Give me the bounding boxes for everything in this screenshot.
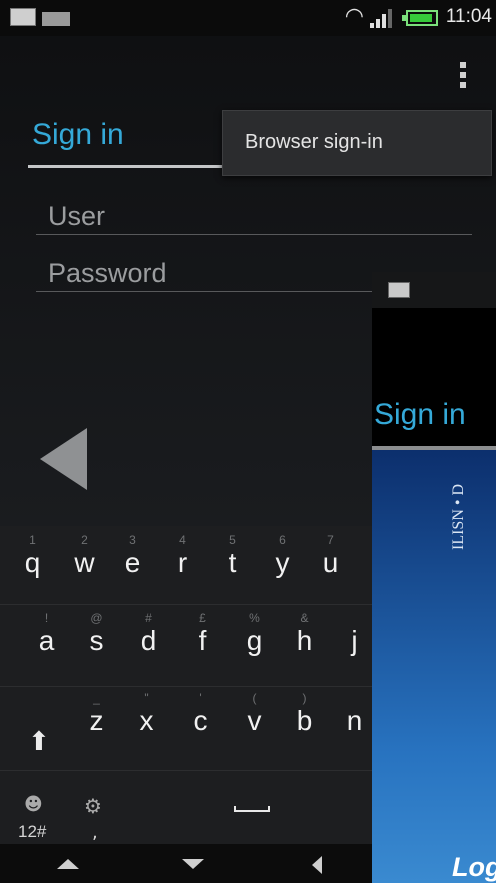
- nav-up-icon[interactable]: [57, 859, 79, 869]
- keyboard-row-divider: [0, 604, 372, 605]
- key-c[interactable]: ' c: [176, 690, 225, 736]
- emoji-key-icon[interactable]: ☻: [24, 794, 43, 815]
- key-h[interactable]: & h: [280, 610, 329, 656]
- navigation-bar: [0, 844, 372, 883]
- key-t[interactable]: 5t: [208, 532, 257, 578]
- nav-down-icon[interactable]: [182, 859, 204, 869]
- key-r[interactable]: 4r: [158, 532, 207, 578]
- nav-back-icon[interactable]: [312, 856, 322, 874]
- menu-item-browser-sign-in[interactable]: Browser sign-in: [245, 131, 383, 154]
- key-w[interactable]: 2w: [60, 532, 109, 578]
- email-icon: [42, 11, 70, 26]
- wifi-icon: ◠: [344, 4, 364, 29]
- key-s[interactable]: @ s: [72, 610, 121, 656]
- overflow-menu-icon[interactable]: [458, 62, 468, 94]
- password-input[interactable]: Password: [48, 258, 167, 289]
- key-e[interactable]: 3e: [108, 532, 157, 578]
- signal-icon: [370, 8, 394, 28]
- keyboard-notification-icon: [10, 8, 36, 26]
- secondary-window-preview[interactable]: Sign in ILISN • D Log: [372, 272, 496, 883]
- key-v[interactable]: (v: [230, 690, 279, 736]
- key-a[interactable]: ! a: [22, 610, 71, 656]
- secondary-window-title: Sign in: [374, 398, 466, 431]
- battery-icon: [402, 10, 438, 26]
- key-x[interactable]: " x: [122, 690, 171, 736]
- clock: 11:04: [445, 6, 492, 27]
- key-g[interactable]: % g: [230, 610, 279, 656]
- key-z[interactable]: _ z: [72, 690, 121, 736]
- keyboard-row-divider: [0, 770, 372, 771]
- user-input[interactable]: User: [48, 201, 105, 232]
- symbols-key[interactable]: 12#: [18, 822, 46, 842]
- status-bar: ◠ 11:04: [0, 0, 496, 36]
- user-input-underline: [36, 234, 472, 235]
- key-q[interactable]: 1q: [8, 532, 57, 578]
- overflow-dropdown-menu: Browser sign-in: [222, 110, 492, 176]
- key-f[interactable]: £ f: [178, 610, 227, 656]
- comma-key[interactable]: ,: [92, 822, 98, 843]
- page-title: Sign in: [32, 118, 124, 151]
- secondary-login-panel: ILISN • D: [372, 450, 496, 883]
- secondary-window-status-bar: [372, 272, 496, 308]
- back-arrow-icon[interactable]: [40, 428, 87, 490]
- keyboard-notification-icon: [388, 282, 410, 298]
- key-y[interactable]: 6y: [258, 532, 307, 578]
- secondary-vertical-text: ILISN • D: [450, 483, 467, 550]
- password-input-underline: [36, 291, 376, 292]
- secondary-logo-text: Log: [452, 852, 496, 882]
- shift-key-icon[interactable]: ⬆: [28, 727, 50, 757]
- keyboard-row-divider: [0, 686, 372, 687]
- gear-icon[interactable]: ⚙: [84, 794, 102, 818]
- spacebar-key[interactable]: [234, 806, 270, 812]
- key-b[interactable]: ) b: [280, 690, 329, 736]
- key-d[interactable]: # d: [124, 610, 173, 656]
- key-u[interactable]: 7u: [306, 532, 355, 578]
- title-divider: [28, 165, 223, 168]
